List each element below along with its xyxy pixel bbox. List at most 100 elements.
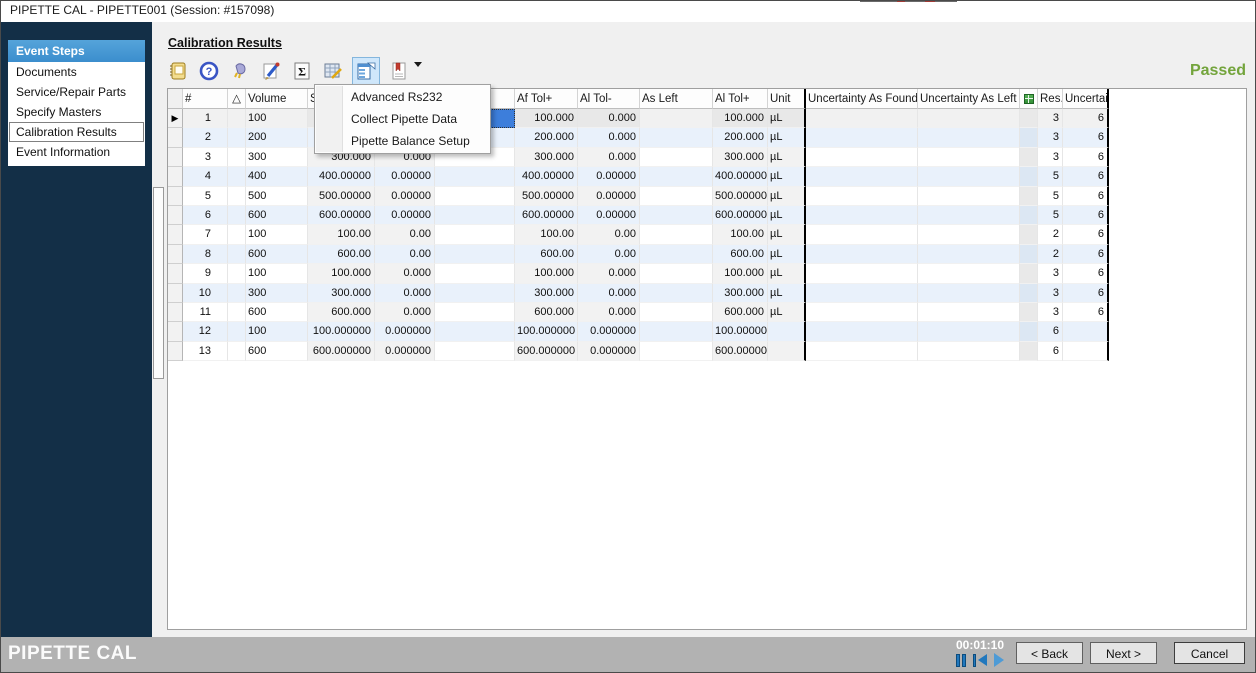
cell-al_tol_minus[interactable]: 0.000000 (578, 322, 640, 341)
cell-as_left[interactable] (640, 187, 713, 206)
cell-s[interactable]: 400.00000 (308, 167, 375, 186)
cell-unc[interactable]: 6 (1063, 225, 1109, 244)
cell-al_tol_minus[interactable]: 0.000 (578, 264, 640, 283)
cell-c6[interactable]: 0.000 (375, 284, 435, 303)
cell-unc[interactable]: 6 (1063, 128, 1109, 147)
cell-num[interactable]: 11 (183, 303, 228, 322)
cell-c7[interactable] (435, 167, 515, 186)
edit-icon[interactable] (259, 58, 283, 84)
cell-res[interactable]: 3 (1038, 109, 1063, 128)
cell-s[interactable]: 600.00000 (308, 206, 375, 225)
cell-res[interactable]: 3 (1038, 303, 1063, 322)
skip-to-start-icon[interactable] (973, 653, 987, 667)
cell-num[interactable]: 3 (183, 148, 228, 167)
cell-al_tol_minus[interactable]: 0.000 (578, 303, 640, 322)
connect-icon[interactable] (228, 58, 252, 84)
cell-unc_left[interactable] (918, 128, 1020, 147)
column-header-af_tol_plus[interactable]: Af Tol+ (515, 89, 578, 109)
cell-unc_left[interactable] (918, 284, 1020, 303)
play-icon[interactable] (994, 653, 1004, 667)
cell-unc[interactable] (1063, 322, 1109, 341)
cell-unc_left[interactable] (918, 342, 1020, 361)
cell-unc_left[interactable] (918, 322, 1020, 341)
cell-res_icon[interactable] (1020, 245, 1038, 264)
cell-unc_found[interactable] (806, 225, 918, 244)
cell-res_icon[interactable] (1020, 284, 1038, 303)
cell-res_icon[interactable] (1020, 148, 1038, 167)
sidebar-item-calibration-results[interactable]: Calibration Results (9, 122, 144, 142)
cell-unit[interactable]: µL (768, 225, 806, 244)
cell-volume[interactable]: 300 (246, 284, 308, 303)
cell-unc[interactable] (1063, 342, 1109, 361)
column-header-res[interactable]: Res. (1038, 89, 1063, 109)
cell-c6[interactable]: 0.000000 (375, 342, 435, 361)
cell-af_tol_plus[interactable]: 100.000000 (515, 322, 578, 341)
cell-sort[interactable] (228, 187, 246, 206)
row-selector[interactable] (168, 284, 183, 303)
splitter-scrollbar[interactable] (153, 187, 164, 379)
cell-sort[interactable] (228, 167, 246, 186)
cell-unc_found[interactable] (806, 187, 918, 206)
column-header-unc_left[interactable]: Uncertainty As Left (918, 89, 1020, 109)
cell-al_tol_minus[interactable]: 0.00000 (578, 167, 640, 186)
cell-volume[interactable]: 600 (246, 206, 308, 225)
cell-res[interactable]: 5 (1038, 167, 1063, 186)
column-header-as_left[interactable]: As Left (640, 89, 713, 109)
cell-unit[interactable] (768, 342, 806, 361)
cell-volume[interactable]: 100 (246, 109, 308, 128)
cell-unit[interactable]: µL (768, 206, 806, 225)
cell-af_tol_plus[interactable]: 600.000000 (515, 342, 578, 361)
cell-sort[interactable] (228, 109, 246, 128)
cell-al_tol_minus[interactable]: 0.000000 (578, 342, 640, 361)
notes-icon[interactable] (166, 58, 190, 84)
cell-sort[interactable] (228, 128, 246, 147)
cell-al_tol_minus[interactable]: 0.000 (578, 128, 640, 147)
cell-sort[interactable] (228, 148, 246, 167)
sidebar-item-documents[interactable]: Documents (8, 62, 145, 82)
cell-c7[interactable] (435, 225, 515, 244)
column-header-al_tol_plus[interactable]: Al Tol+ (713, 89, 768, 109)
cell-sort[interactable] (228, 225, 246, 244)
cell-unit[interactable]: µL (768, 148, 806, 167)
cell-unc[interactable]: 6 (1063, 206, 1109, 225)
cell-unc_left[interactable] (918, 187, 1020, 206)
row-selector[interactable] (168, 167, 183, 186)
cell-al_tol_plus[interactable]: 600.000 (713, 303, 768, 322)
cell-as_left[interactable] (640, 284, 713, 303)
cell-num[interactable]: 9 (183, 264, 228, 283)
cell-unc_found[interactable] (806, 148, 918, 167)
cell-unit[interactable]: µL (768, 109, 806, 128)
cell-num[interactable]: 1 (183, 109, 228, 128)
column-header-unc[interactable]: Uncertai (1063, 89, 1109, 109)
cell-unc_found[interactable] (806, 342, 918, 361)
cell-as_left[interactable] (640, 109, 713, 128)
cell-c7[interactable] (435, 284, 515, 303)
column-header-num[interactable]: # (183, 89, 228, 109)
cell-volume[interactable]: 600 (246, 303, 308, 322)
pause-icon[interactable] (956, 653, 966, 667)
cell-unit[interactable]: µL (768, 245, 806, 264)
cell-volume[interactable]: 100 (246, 322, 308, 341)
sidebar-item-event-information[interactable]: Event Information (8, 142, 145, 162)
cell-af_tol_plus[interactable]: 100.000 (515, 109, 578, 128)
cell-unc_left[interactable] (918, 225, 1020, 244)
cell-c6[interactable]: 0.00000 (375, 187, 435, 206)
cell-res_icon[interactable] (1020, 264, 1038, 283)
cell-al_tol_minus[interactable]: 0.00000 (578, 187, 640, 206)
row-selector[interactable] (168, 264, 183, 283)
cell-res_icon[interactable] (1020, 225, 1038, 244)
cell-al_tol_plus[interactable]: 300.000 (713, 148, 768, 167)
cell-s[interactable]: 100.000 (308, 264, 375, 283)
cell-s[interactable]: 500.00000 (308, 187, 375, 206)
cell-unc_left[interactable] (918, 148, 1020, 167)
cell-al_tol_minus[interactable]: 0.000 (578, 284, 640, 303)
cell-al_tol_plus[interactable]: 600.00 (713, 245, 768, 264)
cell-unc_left[interactable] (918, 109, 1020, 128)
cell-sort[interactable] (228, 322, 246, 341)
cell-as_left[interactable] (640, 245, 713, 264)
menu-item-advanced-rs232[interactable]: Advanced Rs232 (315, 86, 490, 108)
cell-as_left[interactable] (640, 128, 713, 147)
row-selector[interactable] (168, 303, 183, 322)
cell-unc[interactable]: 6 (1063, 187, 1109, 206)
cell-af_tol_plus[interactable]: 300.000 (515, 148, 578, 167)
